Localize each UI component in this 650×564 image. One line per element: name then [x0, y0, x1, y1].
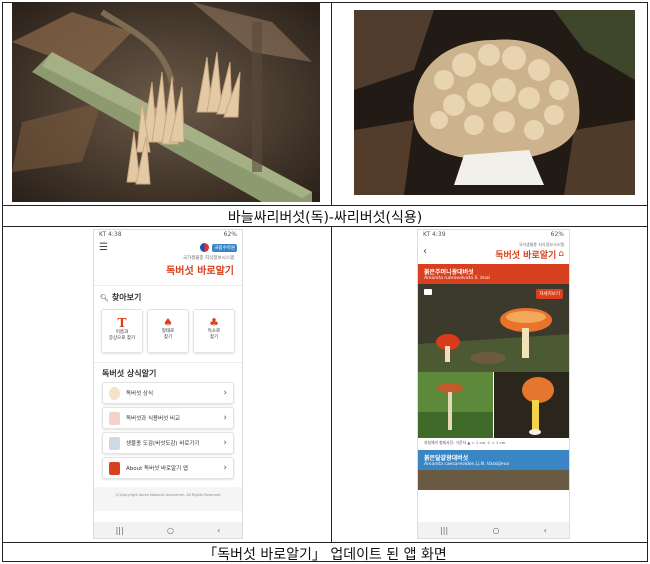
search-heading: 찾아보기 — [111, 293, 142, 302]
back-arrow-icon[interactable]: ‹ — [423, 246, 427, 257]
search-by-toxin-button[interactable]: ♣ 독소로 찾기 — [193, 309, 235, 353]
app-title: 독버섯 바로알기 — [166, 266, 234, 277]
knowledge-heading: 독버섯 상식알기 — [102, 369, 157, 378]
search-by-shape-label: 형태로 찾기 — [161, 329, 175, 340]
search-icon: 🔍︎ — [100, 293, 109, 302]
menu-item-label: About 독버섯 바로알기 앱 — [126, 466, 188, 472]
chevron-right-icon: › — [223, 463, 227, 473]
top-caption: 바늘싸리버섯(독)-싸리버섯(식용) — [227, 210, 423, 226]
arboretum-badge: 국립수목원 — [212, 243, 237, 252]
home-icon[interactable]: ⌂ — [558, 249, 564, 259]
back-icon[interactable]: ‹ — [544, 526, 547, 535]
app-title: 독버섯 바로알기 — [495, 250, 557, 261]
coral-mushroom-photo — [354, 10, 635, 195]
status-bar: KT 4:39 62% — [418, 230, 569, 240]
search-by-name-button[interactable]: T 이름과 증상으로 찾기 — [101, 309, 143, 353]
divider-top-middle — [331, 2, 332, 205]
recent-apps-icon[interactable]: ||| — [440, 526, 448, 535]
needle-coral-mushroom-photo — [12, 2, 320, 202]
status-bar: KT 4:38 62% — [94, 230, 242, 240]
species1-scientific-name: Amanita rubrovolvata S. Imai — [424, 276, 490, 281]
home-icon[interactable]: ○ — [492, 526, 499, 535]
home-icon[interactable]: ○ — [167, 526, 174, 535]
search-by-toxin-label: 독소로 찾기 — [207, 329, 221, 340]
species1-main-photo: 자세히보기 — [418, 284, 569, 372]
left-app-screenshot: KT 4:38 62% ☰ 국립수목원 국가생물종 지식정보시스템 독버섯 바로… — [93, 229, 243, 539]
book-icon — [109, 436, 120, 450]
menu-item-compare[interactable]: 독버섯과 식용버섯 비교 › — [102, 407, 234, 429]
lightbulb-icon — [109, 386, 120, 400]
menu-item-label: 생물종 도감(버섯도감) 바로가기 — [126, 441, 200, 447]
species2-name: 붉은달걀광대버섯 — [424, 455, 469, 462]
species1-photo-c — [494, 372, 569, 438]
back-icon[interactable]: ‹ — [217, 526, 220, 535]
species1-name: 붉은주머니광대버섯 — [424, 269, 474, 276]
chevron-right-icon: › — [223, 438, 227, 448]
recent-apps-icon[interactable]: ||| — [116, 526, 124, 535]
search-by-name-label: 이름과 증상으로 찾기 — [108, 330, 136, 341]
status-carrier-time: KT 4:39 — [423, 231, 446, 238]
status-battery: 62% — [550, 231, 564, 238]
menu-item-about[interactable]: About 독버섯 바로알기 앱 › — [102, 457, 234, 479]
mushroom-t-icon: T — [117, 316, 127, 330]
species2-scientific-name: Amanita caesareoides Lj.N. Vassiljeva — [424, 462, 509, 467]
species2-header[interactable]: 붉은달걀광대버섯 Amanita caesareoides Lj.N. Vass… — [418, 450, 569, 470]
species1-header[interactable]: 붉은주머니광대버섯 Amanita rubrovolvata S. Imai — [418, 264, 569, 284]
menu-item-mushroom-knowledge[interactable]: 독버섯 상식 › — [102, 382, 234, 404]
photo-caption: 자실체의 형태사진: 기준자 ▲ = 1 cm, C = 1 cm — [424, 440, 506, 445]
app-icon — [109, 461, 120, 475]
copyright-text: (C)Copyright Korea National Arboretum. A… — [94, 487, 242, 511]
government-logo-icon — [200, 243, 210, 252]
mushroom-toxin-icon: ♣ — [209, 316, 219, 329]
org-subtitle: 국가생물종 지식정보시스템 — [182, 256, 234, 261]
android-nav-bar: ||| ○ ‹ — [418, 522, 569, 538]
bottom-caption: 「독버섯 바로알기」 업데이트 된 앱 화면 — [203, 547, 447, 563]
status-carrier-time: KT 4:38 — [99, 231, 122, 238]
divider-bottom-middle — [331, 226, 332, 542]
divider-caption-top — [2, 205, 648, 206]
species1-photo-b — [418, 372, 493, 438]
chevron-right-icon: › — [223, 413, 227, 423]
chevron-right-icon: › — [223, 388, 227, 398]
right-app-screenshot: KT 4:39 62% ‹ 국가생물종 지식정보시스템 독버섯 바로알기 ⌂ 붉… — [417, 229, 570, 539]
status-battery: 62% — [223, 231, 237, 238]
hamburger-menu-icon[interactable]: ☰ — [99, 242, 108, 253]
android-nav-bar: ||| ○ ‹ — [94, 522, 242, 538]
divider-footer — [2, 542, 648, 543]
menu-item-species-guide[interactable]: 생물종 도감(버섯도감) 바로가기 › — [102, 432, 234, 454]
menu-item-label: 독버섯 상식 — [126, 391, 154, 397]
scale-bar-icon — [424, 289, 432, 295]
detail-button[interactable]: 자세히보기 — [536, 289, 563, 299]
compare-mushroom-icon — [109, 411, 120, 425]
mushroom-shape-icon: ♠ — [163, 316, 173, 329]
search-by-shape-button[interactable]: ♠ 형태로 찾기 — [147, 309, 189, 353]
menu-item-label: 독버섯과 식용버섯 비교 — [126, 416, 181, 422]
